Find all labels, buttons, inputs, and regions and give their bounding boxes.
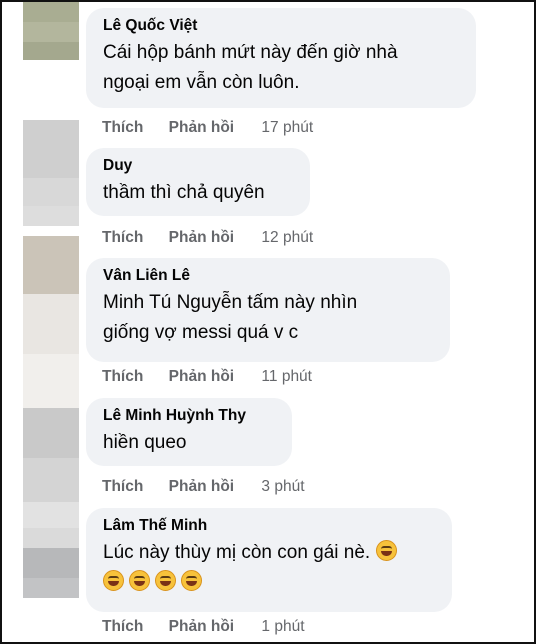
avatar-photo <box>23 120 79 178</box>
comment-text-line: thầm thì chả quyên <box>103 182 265 203</box>
like-button[interactable]: Thích <box>102 119 143 136</box>
avatar-photo <box>23 408 79 458</box>
comment-author[interactable]: Lê Quốc Việt <box>103 16 459 35</box>
comment-timestamp[interactable]: 12 phút <box>261 229 313 246</box>
avatar[interactable] <box>23 120 79 226</box>
avatar[interactable] <box>23 528 79 598</box>
like-button[interactable]: Thích <box>102 229 143 246</box>
avatar-photo <box>23 528 79 548</box>
avatar-photo <box>23 236 79 294</box>
reply-button[interactable]: Phản hồi <box>169 618 234 635</box>
comment-actions: Thích Phản hồi 11 phút <box>102 367 312 387</box>
avatar-photo <box>23 2 79 22</box>
comment-thread: Lê Quốc Việt Cái hộp bánh mứt này đến gi… <box>0 0 536 644</box>
comment-actions: Thích Phản hồi 12 phút <box>102 228 313 248</box>
rolling-on-the-floor-laughing-icon <box>129 570 150 591</box>
rolling-on-the-floor-laughing-icon <box>155 570 176 591</box>
reply-button[interactable]: Phản hồi <box>169 478 234 495</box>
comment-text-line <box>103 568 435 598</box>
rolling-on-the-floor-laughing-icon <box>103 570 124 591</box>
avatar[interactable] <box>23 408 79 528</box>
comment-author[interactable]: Lâm Thế Minh <box>103 516 435 535</box>
comment-author[interactable]: Vân Liên Lê <box>103 266 433 285</box>
avatar[interactable] <box>23 236 79 408</box>
reply-button[interactable]: Phản hồi <box>169 119 234 136</box>
comment-author[interactable]: Duy <box>103 156 293 175</box>
comment-bubble: Lâm Thế Minh Lúc này thùy mị còn con gái… <box>86 508 452 612</box>
comment-text-line: Cái hộp bánh mứt này đến giờ nhà <box>103 42 398 63</box>
comment-actions: Thích Phản hồi 3 phút <box>102 477 305 497</box>
comment-text: Cái hộp bánh mứt này đến giờ nhà ngoại e… <box>103 38 459 98</box>
comment-text-line: ngoại em vẫn còn luôn. <box>103 72 300 93</box>
comment-text-line: Minh Tú Nguyễn tấm này nhìn <box>103 292 358 313</box>
rolling-on-the-floor-laughing-icon <box>375 540 397 561</box>
comment-text: hiền queo <box>103 428 275 458</box>
comment-actions: Thích Phản hồi 17 phút <box>102 118 313 138</box>
comment-timestamp[interactable]: 11 phút <box>261 368 312 385</box>
avatar[interactable] <box>23 2 79 60</box>
comment-actions: Thích Phản hồi 1 phút <box>102 617 305 637</box>
rolling-on-the-floor-laughing-icon <box>181 570 202 591</box>
like-button[interactable]: Thích <box>102 618 143 635</box>
comment-bubble: Lê Quốc Việt Cái hộp bánh mứt này đến gi… <box>86 8 476 108</box>
like-button[interactable]: Thích <box>102 478 143 495</box>
comment-bubble: Vân Liên Lê Minh Tú Nguyễn tấm này nhìn … <box>86 258 450 362</box>
comment-text: Lúc này thùy mị còn con gái nè. <box>103 538 435 598</box>
comment-text-line: Lúc này thùy mị còn con gái nè. <box>103 538 435 568</box>
comment-text: Minh Tú Nguyễn tấm này nhìn giống vợ mes… <box>103 288 433 348</box>
comment-timestamp[interactable]: 17 phút <box>261 119 313 136</box>
comment-timestamp[interactable]: 3 phút <box>261 478 304 495</box>
reply-button[interactable]: Phản hồi <box>169 368 234 385</box>
comment-text: thầm thì chả quyên <box>103 178 293 208</box>
comment-timestamp[interactable]: 1 phút <box>261 618 304 635</box>
like-button[interactable]: Thích <box>102 368 143 385</box>
reply-button[interactable]: Phản hồi <box>169 229 234 246</box>
comment-text-segment: Lúc này thùy mị còn con gái nè. <box>103 542 371 563</box>
comment-text-line: hiền queo <box>103 432 187 453</box>
comment-bubble: Lê Minh Huỳnh Thy hiền queo <box>86 398 292 466</box>
comment-author[interactable]: Lê Minh Huỳnh Thy <box>103 406 275 425</box>
comment-text-line: giống vợ messi quá v c <box>103 322 299 343</box>
comment-bubble: Duy thầm thì chả quyên <box>86 148 310 216</box>
